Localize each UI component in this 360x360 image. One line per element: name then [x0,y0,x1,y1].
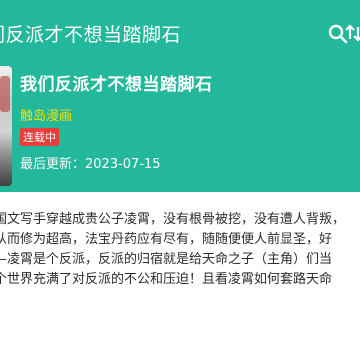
description-line: 国文写手穿越成贵公子凌霄，没有根骨被挖，没有遭人背叛， [0,212,346,227]
book-header: 我们反派才不想当踏脚石 触岛漫画 连载中 最后更新：2023-07-15 [0,66,360,192]
sort-icon [345,24,360,42]
app-bar: 们反派才不想当踏脚石 [0,0,360,66]
description-line: 从而修为超高，法宝丹药应有尽有，随随便便人前显圣，好 [0,232,333,247]
status-badge: 连载中 [20,128,59,146]
book-title: 我们反派才不想当踏脚石 [20,75,213,95]
book-author[interactable]: 触岛漫画 [20,105,72,124]
description-line: —凌霄是个反派，反派的归宿就是给天命之子（主角）们当 [0,252,333,267]
book-cover[interactable] [0,66,12,186]
book-description[interactable]: 国文写手穿越成贵公子凌霄，没有根骨被挖，没有遭人背叛， 从而修为超高，法宝丹药应… [0,210,360,290]
last-updated: 最后更新：2023-07-15 [20,157,161,172]
app-bar-title: 们反派才不想当踏脚石 [0,24,182,46]
sort-button[interactable] [344,21,360,45]
description-line: 个世界充满了对反派的不公和压迫！且看凌霄如何套路天命 [0,272,333,287]
